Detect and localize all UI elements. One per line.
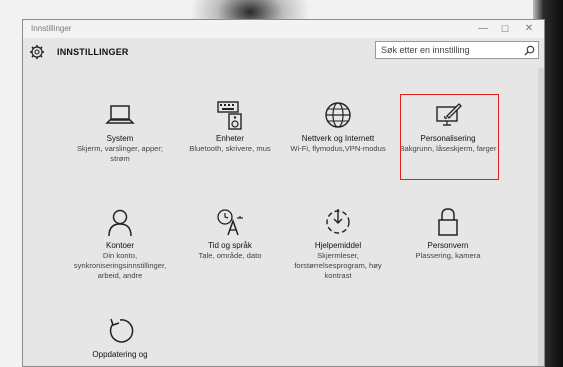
keyboard-speaker-icon <box>217 101 242 130</box>
language-clock-icon <box>217 209 243 236</box>
page-title: INNSTILLINGER <box>57 47 129 57</box>
window-title: Innstillinger <box>31 24 72 33</box>
gear-icon <box>30 45 44 59</box>
tile-label: Tid og språk <box>208 241 252 250</box>
title-bar[interactable]: Innstillinger — ☐ ✕ <box>23 20 544 38</box>
tile-system[interactable]: System Skjerm, varslinger, apper; strøm <box>65 100 175 164</box>
tile-update[interactable]: Oppdatering og <box>65 316 175 360</box>
globe-icon <box>325 102 351 128</box>
tile-label: Oppdatering og <box>92 350 148 359</box>
tile-accounts[interactable]: Kontoer Din konto, synkroniseringsinnsti… <box>65 207 175 281</box>
tile-description: Wi-Fi, flymodus,VPN-modus <box>290 144 386 153</box>
tile-accessibility[interactable]: Hjelpemiddel Skjermleser, forstørrelsesp… <box>283 207 393 281</box>
ease-of-access-icon <box>326 209 350 234</box>
settings-header: INNSTILLINGER Søk etter en innstilling <box>23 38 544 68</box>
lock-icon <box>438 208 458 236</box>
laptop-icon <box>105 105 135 124</box>
tile-label: Hjelpemiddel <box>314 241 362 250</box>
tile-time-language[interactable]: Tid og språk Tale, område, dato <box>175 207 285 261</box>
tile-devices[interactable]: Enheter Bluetooth, skrivere, mus <box>175 100 285 154</box>
search-icon[interactable] <box>524 45 535 56</box>
search-input[interactable]: Søk etter en innstilling <box>375 41 539 59</box>
tile-label: Nettverk og Internett <box>301 134 375 143</box>
tile-description: Skjerm, varslinger, apper; strøm <box>76 144 164 163</box>
tile-label: Enheter <box>215 134 245 143</box>
scrollbar[interactable] <box>538 68 544 366</box>
tile-description: Din konto, synkroniseringsinnstillinger,… <box>73 251 167 280</box>
maximize-button[interactable]: ☐ <box>494 22 516 36</box>
person-icon <box>108 209 132 237</box>
minimize-button[interactable]: — <box>472 22 494 36</box>
tile-label: Personvern <box>427 241 469 250</box>
tile-description: Skjermleser, forstørrelsesprogram, høy k… <box>294 251 382 280</box>
refresh-icon <box>109 318 134 343</box>
tile-label: System <box>106 134 134 143</box>
settings-window: Innstillinger — ☐ ✕ INNSTILLINGER Søk et… <box>22 19 545 367</box>
search-placeholder: Søk etter en innstilling <box>381 45 470 55</box>
tile-description: Bluetooth, skrivere, mus <box>189 144 271 153</box>
tile-description: Tale, område, dato <box>198 251 262 260</box>
tile-label: Kontoer <box>105 241 135 250</box>
selection-highlight <box>400 94 499 180</box>
close-button[interactable]: ✕ <box>518 22 540 36</box>
tile-network[interactable]: Nettverk og Internett Wi-Fi, flymodus,VP… <box>283 100 393 154</box>
tile-privacy[interactable]: Personvern Plassering, kamera <box>393 207 503 261</box>
tile-description: Plassering, kamera <box>415 251 481 260</box>
